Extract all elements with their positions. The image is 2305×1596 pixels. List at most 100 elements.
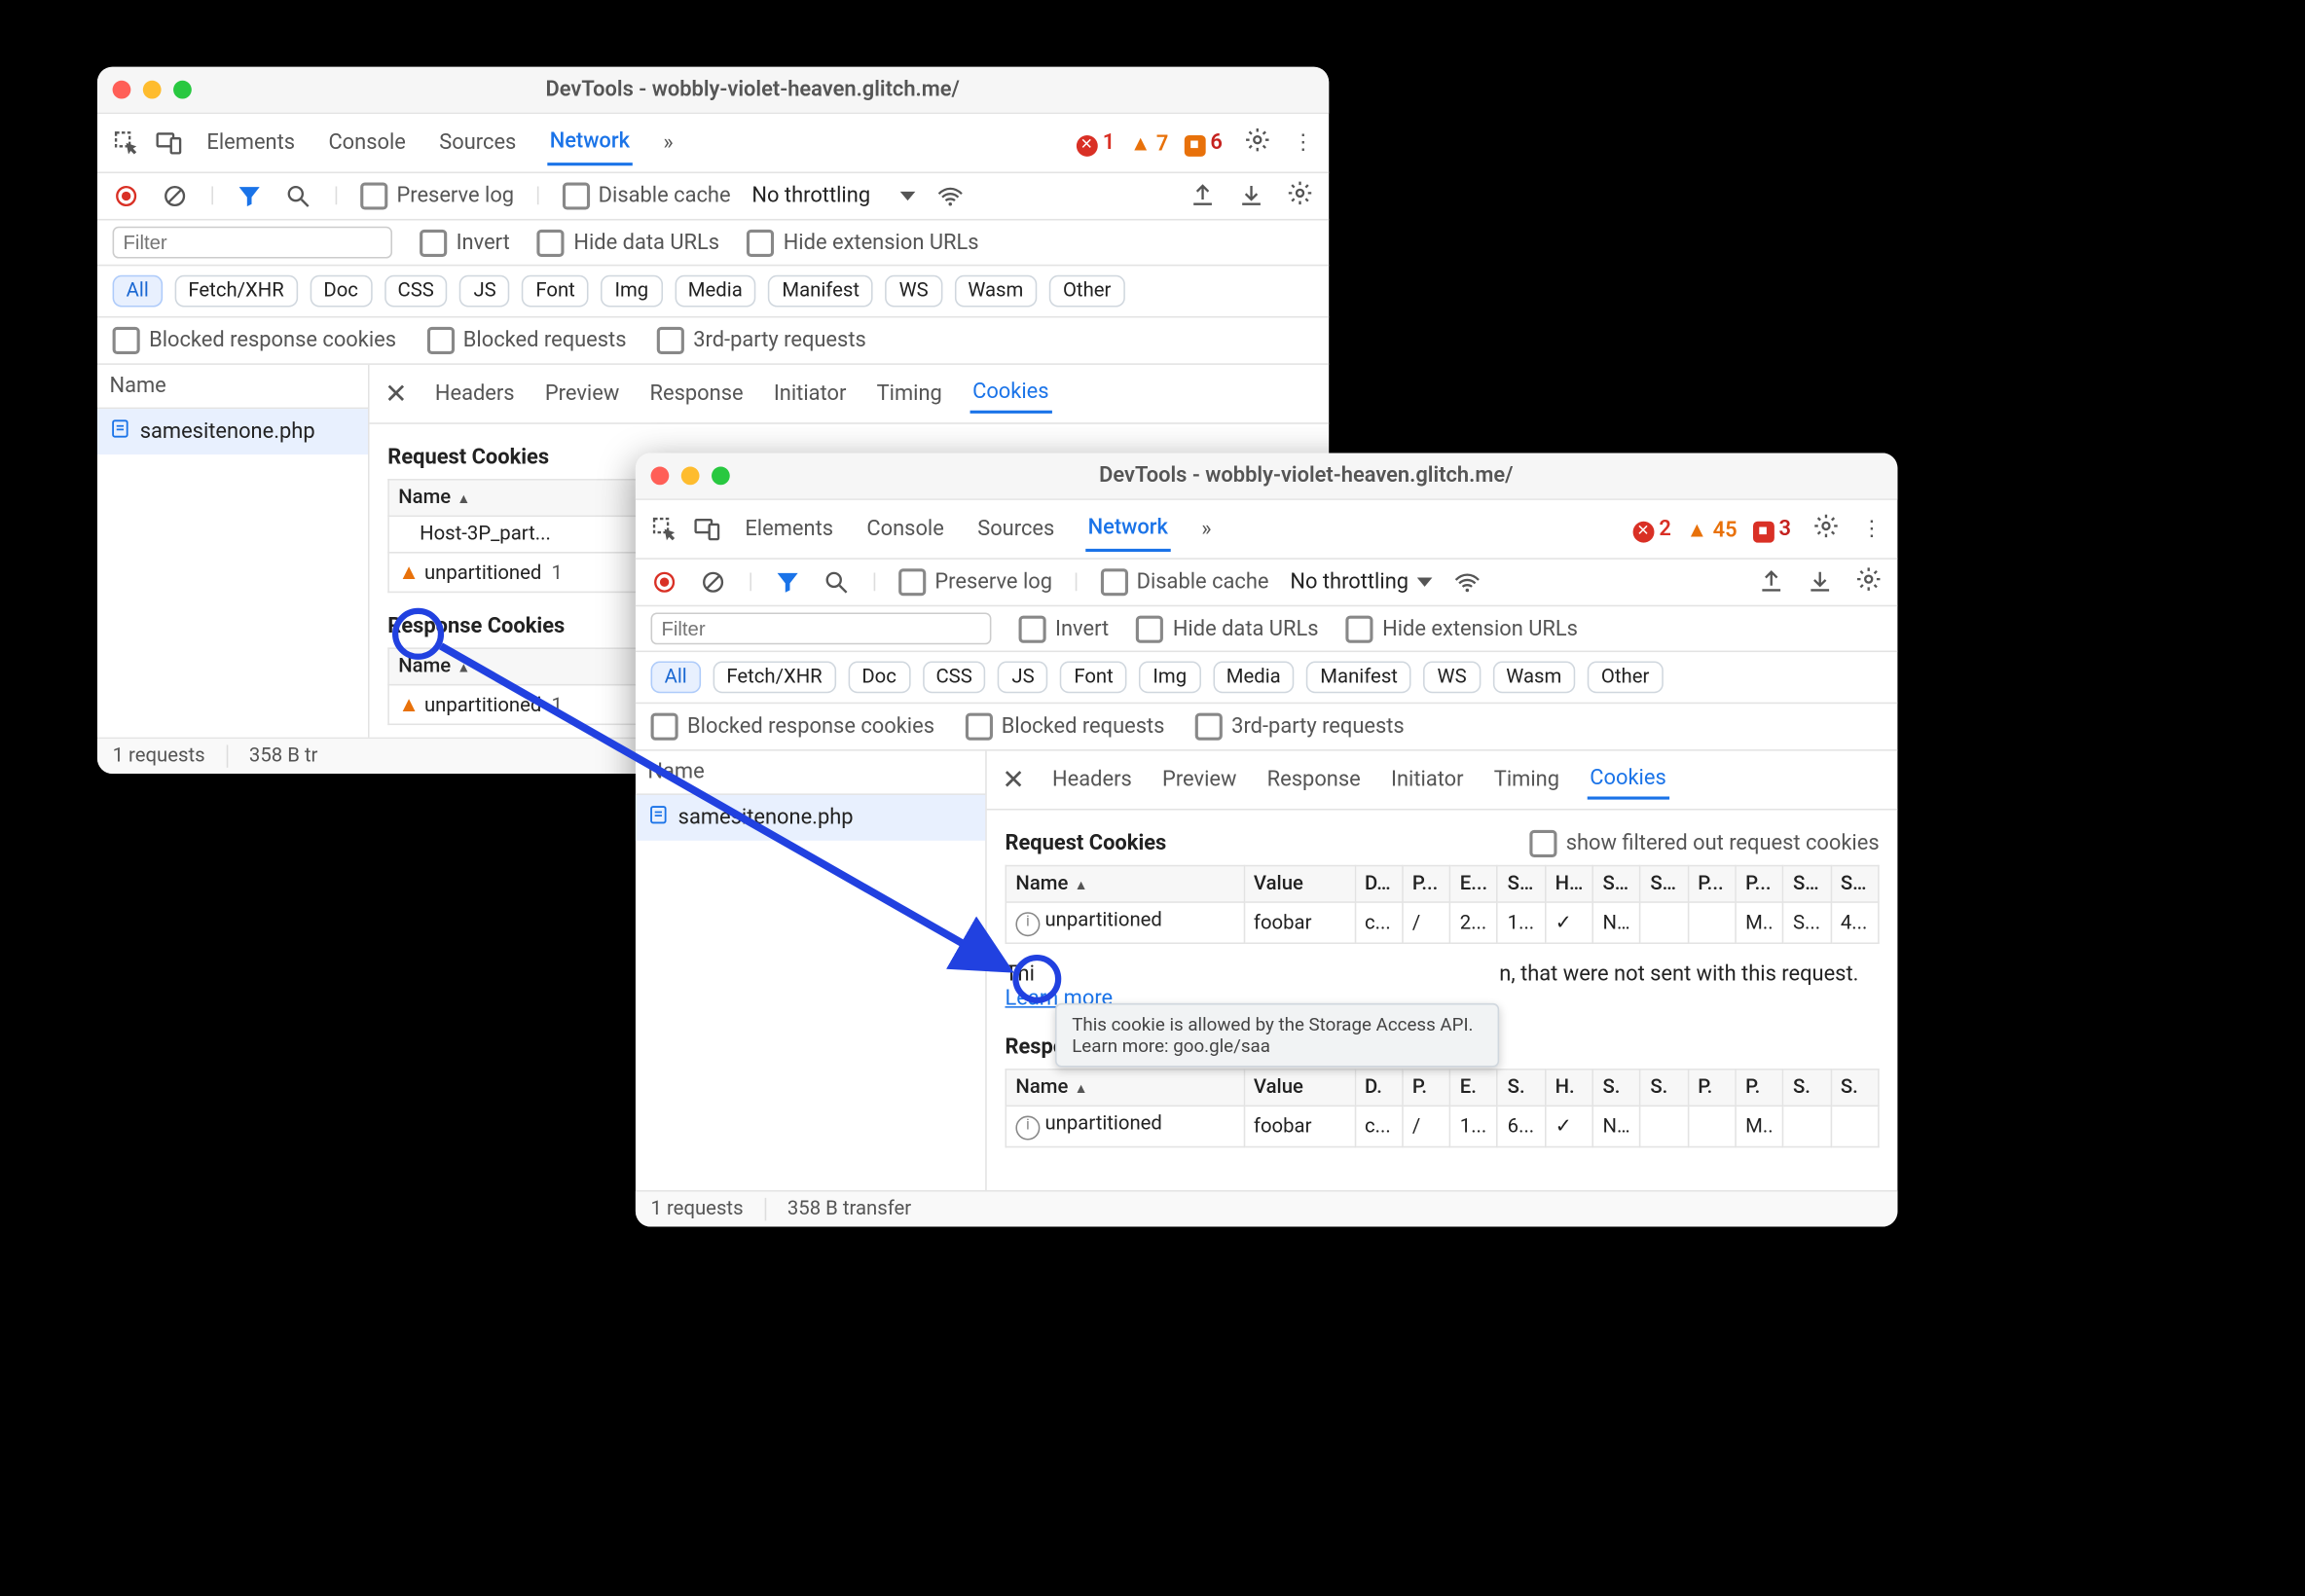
disable-cache-checkbox[interactable]: Disable cache — [562, 182, 730, 209]
titlebar[interactable]: DevTools - wobbly-violet-heaven.glitch.m… — [97, 67, 1329, 114]
blocked-requests-checkbox[interactable]: Blocked requests — [426, 327, 626, 354]
hide-data-urls-checkbox[interactable]: Hide data URLs — [1136, 615, 1318, 642]
detail-tab-initiator[interactable]: Initiator — [1388, 762, 1467, 798]
chip-all[interactable]: All — [651, 661, 701, 693]
chip-media[interactable]: Media — [675, 275, 756, 308]
issues-count[interactable]: ■ 3 — [1752, 516, 1791, 542]
warning-count[interactable]: ▲ 45 — [1687, 516, 1738, 542]
network-conditions-icon[interactable] — [937, 182, 965, 209]
detail-tab-response[interactable]: Response — [646, 376, 746, 412]
tab-console[interactable]: Console — [325, 122, 409, 164]
traffic-lights[interactable] — [651, 467, 730, 486]
chip-all[interactable]: All — [113, 275, 163, 308]
hide-extension-urls-checkbox[interactable]: Hide extension URLs — [747, 229, 978, 256]
chip-wasm[interactable]: Wasm — [954, 275, 1037, 308]
record-icon[interactable] — [651, 568, 678, 596]
request-list-header[interactable]: Name — [97, 365, 368, 409]
kebab-menu-icon[interactable]: ⋮ — [1861, 517, 1883, 541]
zoom-window-icon[interactable] — [712, 467, 730, 486]
detail-tab-timing[interactable]: Timing — [1491, 762, 1562, 798]
search-icon[interactable] — [823, 568, 851, 596]
hide-extension-urls-checkbox[interactable]: Hide extension URLs — [1346, 615, 1578, 642]
col-name[interactable]: Name — [1006, 866, 1244, 902]
disable-cache-checkbox[interactable]: Disable cache — [1100, 568, 1268, 596]
issues-count[interactable]: ■ 6 — [1184, 130, 1223, 157]
chip-ws[interactable]: WS — [1424, 661, 1481, 693]
chip-ws[interactable]: WS — [886, 275, 942, 308]
blocked-requests-checkbox[interactable]: Blocked requests — [965, 713, 1164, 741]
close-detail-icon[interactable]: ✕ — [1002, 764, 1025, 796]
kebab-menu-icon[interactable]: ⋮ — [1293, 130, 1314, 155]
info-icon[interactable]: i — [1015, 912, 1040, 936]
preserve-log-checkbox[interactable]: Preserve log — [898, 568, 1052, 596]
chip-manifest[interactable]: Manifest — [1306, 661, 1411, 693]
settings-gear-icon[interactable] — [1244, 127, 1271, 160]
network-settings-gear-icon[interactable] — [1286, 179, 1313, 212]
throttling-dropdown[interactable]: No throttling — [751, 184, 916, 208]
chip-wasm[interactable]: Wasm — [1492, 661, 1575, 693]
show-filtered-checkbox[interactable]: show filtered out request cookies — [1529, 830, 1879, 857]
inspect-element-icon[interactable] — [651, 516, 678, 543]
tab-network[interactable]: Network — [1085, 506, 1172, 552]
hide-data-urls-checkbox[interactable]: Hide data URLs — [537, 229, 719, 256]
clear-icon[interactable] — [700, 568, 727, 596]
chip-fetchxhr[interactable]: Fetch/XHR — [713, 661, 835, 693]
cookie-row[interactable]: i unpartitioned foobar c... / 2... 1... … — [1006, 902, 1879, 943]
chip-doc[interactable]: Doc — [848, 661, 910, 693]
third-party-requests-checkbox[interactable]: 3rd-party requests — [1195, 713, 1405, 741]
filter-input[interactable] — [113, 227, 392, 259]
chip-font[interactable]: Font — [522, 275, 589, 308]
device-toggle-icon[interactable] — [155, 129, 182, 157]
detail-tab-initiator[interactable]: Initiator — [771, 376, 850, 412]
col-name[interactable]: Name — [1006, 1070, 1244, 1106]
third-party-requests-checkbox[interactable]: 3rd-party requests — [657, 327, 866, 354]
search-icon[interactable] — [285, 182, 312, 209]
invert-checkbox[interactable]: Invert — [1019, 615, 1110, 642]
chip-manifest[interactable]: Manifest — [768, 275, 873, 308]
chip-js[interactable]: JS — [459, 275, 509, 308]
more-tabs-chevron-icon[interactable]: » — [1198, 508, 1214, 551]
network-conditions-icon[interactable] — [1454, 568, 1482, 596]
download-har-icon[interactable] — [1237, 182, 1264, 209]
request-list-header[interactable]: Name — [636, 751, 985, 795]
warning-count[interactable]: ▲ 7 — [1130, 130, 1169, 157]
tab-sources[interactable]: Sources — [436, 122, 519, 164]
filter-funnel-icon[interactable] — [237, 182, 264, 209]
detail-tab-preview[interactable]: Preview — [1159, 762, 1240, 798]
detail-tab-headers[interactable]: Headers — [432, 376, 518, 412]
tab-elements[interactable]: Elements — [203, 122, 298, 164]
minimize-window-icon[interactable] — [143, 81, 162, 99]
inspect-element-icon[interactable] — [113, 129, 140, 157]
tab-console[interactable]: Console — [863, 508, 947, 551]
upload-har-icon[interactable] — [1758, 568, 1785, 596]
detail-tab-headers[interactable]: Headers — [1049, 762, 1135, 798]
chip-font[interactable]: Font — [1060, 661, 1127, 693]
blocked-response-cookies-checkbox[interactable]: Blocked response cookies — [113, 327, 396, 354]
cookie-row[interactable]: i unpartitioned foobar c... / 1... 6... … — [1006, 1106, 1879, 1146]
chip-media[interactable]: Media — [1213, 661, 1295, 693]
tab-sources[interactable]: Sources — [974, 508, 1057, 551]
more-tabs-chevron-icon[interactable]: » — [660, 122, 676, 164]
preserve-log-checkbox[interactable]: Preserve log — [360, 182, 514, 209]
invert-checkbox[interactable]: Invert — [420, 229, 510, 256]
chip-js[interactable]: JS — [998, 661, 1047, 693]
throttling-dropdown[interactable]: No throttling — [1290, 570, 1433, 595]
minimize-window-icon[interactable] — [681, 467, 700, 486]
chip-img[interactable]: Img — [1139, 661, 1200, 693]
chip-css[interactable]: CSS — [922, 661, 985, 693]
blocked-response-cookies-checkbox[interactable]: Blocked response cookies — [651, 713, 934, 741]
chip-other[interactable]: Other — [1049, 275, 1125, 308]
download-har-icon[interactable] — [1807, 568, 1834, 596]
tab-elements[interactable]: Elements — [742, 508, 836, 551]
error-count[interactable]: ✕ 2 — [1632, 516, 1671, 542]
detail-tab-cookies[interactable]: Cookies — [970, 374, 1052, 414]
close-window-icon[interactable] — [113, 81, 131, 99]
detail-tab-response[interactable]: Response — [1264, 762, 1364, 798]
chip-img[interactable]: Img — [601, 275, 662, 308]
tab-network[interactable]: Network — [547, 120, 634, 165]
chip-fetchxhr[interactable]: Fetch/XHR — [174, 275, 297, 308]
filter-funnel-icon[interactable] — [775, 568, 802, 596]
detail-tab-cookies[interactable]: Cookies — [1587, 760, 1669, 800]
request-row[interactable]: samesitenone.php — [636, 795, 985, 841]
chip-doc[interactable]: Doc — [310, 275, 372, 308]
